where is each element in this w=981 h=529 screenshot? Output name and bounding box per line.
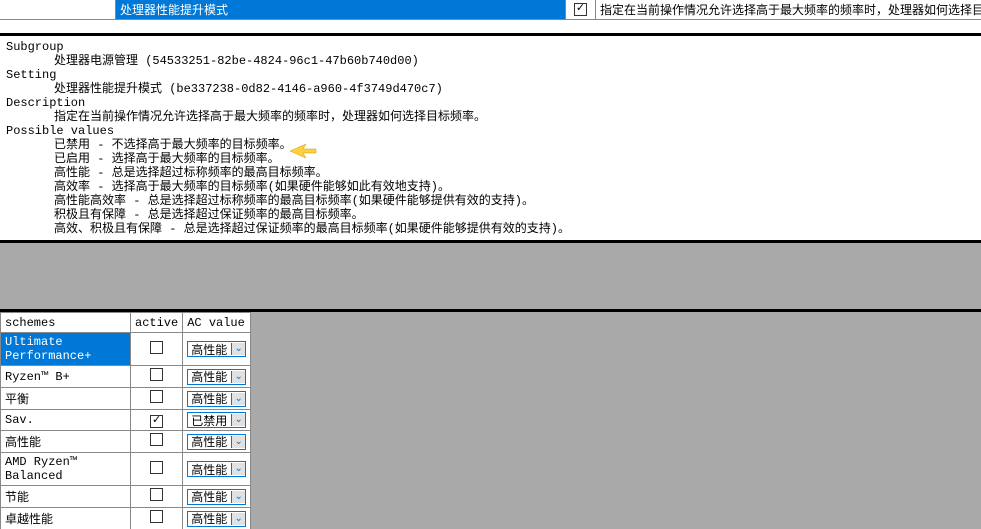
scheme-name-cell[interactable]: 节能 (1, 486, 131, 508)
setting-name-cell[interactable]: 处理器性能提升模式 (116, 0, 566, 19)
possible-value-item: 已启用 - 选择高于最大频率的目标频率。 (54, 152, 975, 166)
dropdown-text: 高性能 (188, 510, 231, 527)
subgroup-value: 处理器电源管理 (54533251-82be-4824-96c1-47b60b7… (54, 54, 975, 68)
scheme-active-cell (131, 388, 183, 410)
possible-values-label: Possible values (6, 124, 975, 138)
possible-value-item: 高性能高效率 - 总是选择超过标称频率的最高目标频率(如果硬件能够提供有效的支持… (54, 194, 975, 208)
setting-label: Setting (6, 68, 975, 82)
possible-value-item: 高性能 - 总是选择超过标称频率的最高目标频率。 (54, 166, 975, 180)
chevron-down-icon[interactable]: ⌄ (231, 491, 245, 503)
schemes-grid: schemes active AC value Ultimate Perform… (0, 312, 251, 529)
dropdown-text: 高性能 (188, 433, 231, 450)
scheme-active-cell (131, 486, 183, 508)
dropdown-text: 高性能 (188, 341, 231, 358)
table-row[interactable]: Sav. ✓ 已禁用⌄ (1, 410, 251, 431)
scheme-active-cell (131, 333, 183, 366)
table-row[interactable]: 高性能高性能⌄ (1, 431, 251, 453)
chevron-down-icon[interactable]: ⌄ (231, 436, 245, 448)
scheme-ac-cell: 高性能⌄ (183, 453, 251, 486)
table-row[interactable]: 平衡 高性能⌄ (1, 388, 251, 410)
ac-value-dropdown[interactable]: 高性能⌄ (187, 369, 246, 385)
table-row[interactable]: Ultimate Performance+ 高性能⌄ (1, 333, 251, 366)
scheme-name-cell[interactable]: 卓越性能 (1, 508, 131, 529)
scheme-ac-cell: 高性能⌄ (183, 508, 251, 529)
setting-enabled-checkbox-cell: ✓ (566, 0, 596, 19)
scheme-active-checkbox[interactable] (150, 488, 163, 501)
setting-enabled-checkbox[interactable]: ✓ (574, 3, 587, 16)
scheme-ac-cell: 高性能⌄ (183, 431, 251, 453)
chevron-down-icon[interactable]: ⌄ (231, 513, 245, 525)
possible-value-item: 高效率 - 选择高于最大频率的目标频率(如果硬件能够如此有效地支持)。 (54, 180, 975, 194)
header-gap (0, 0, 116, 19)
table-row[interactable]: 卓越性能 高性能⌄ (1, 508, 251, 529)
splitter-gap[interactable] (0, 240, 981, 312)
dropdown-text: 高性能 (188, 488, 231, 505)
description-label: Description (6, 96, 975, 110)
dropdown-text: 已禁用 (188, 412, 231, 429)
scheme-active-cell (131, 508, 183, 529)
col-header-active[interactable]: active (131, 313, 183, 333)
dropdown-text: 高性能 (188, 390, 231, 407)
scheme-active-checkbox[interactable]: ✓ (150, 415, 163, 428)
scheme-active-cell: ✓ (131, 410, 183, 431)
subgroup-label: Subgroup (6, 40, 975, 54)
scheme-ac-cell: 高性能⌄ (183, 486, 251, 508)
chevron-down-icon[interactable]: ⌄ (231, 463, 245, 475)
setting-value: 处理器性能提升模式 (be337238-0d82-4146-a960-4f374… (54, 82, 975, 96)
ac-value-dropdown[interactable]: 高性能⌄ (187, 461, 246, 477)
col-header-schemes[interactable]: schemes (1, 313, 131, 333)
scheme-name-cell[interactable]: AMD Ryzen™ Balanced (1, 453, 131, 486)
possible-value-item: 高效、积极且有保障 - 总是选择超过保证频率的最高目标频率(如果硬件能够提供有效… (54, 222, 975, 236)
scheme-ac-cell: 高性能⌄ (183, 388, 251, 410)
col-header-ac[interactable]: AC value (183, 313, 251, 333)
ac-value-dropdown[interactable]: 高性能⌄ (187, 341, 246, 357)
possible-values-list: 已禁用 - 不选择高于最大频率的目标频率。已启用 - 选择高于最大频率的目标频率… (6, 138, 975, 236)
grid-header-row: schemes active AC value (1, 313, 251, 333)
schemes-area: schemes active AC value Ultimate Perform… (0, 312, 981, 529)
ac-value-dropdown[interactable]: 已禁用⌄ (187, 412, 246, 428)
possible-value-item: 已禁用 - 不选择高于最大频率的目标频率。 (54, 138, 975, 152)
grid-right-fill (251, 312, 981, 529)
description-value: 指定在当前操作情况允许选择高于最大频率的频率时，处理器如何选择目标频率。 (54, 110, 975, 124)
scheme-active-cell (131, 431, 183, 453)
ac-value-dropdown[interactable]: 高性能⌄ (187, 489, 246, 505)
scheme-active-checkbox[interactable] (150, 368, 163, 381)
scheme-active-checkbox[interactable] (150, 510, 163, 523)
dropdown-text: 高性能 (188, 461, 231, 478)
scheme-name-cell[interactable]: 高性能 (1, 431, 131, 453)
setting-description-cell: 指定在当前操作情况允许选择高于最大频率的频率时，处理器如何选择目 (596, 0, 981, 19)
dropdown-text: 高性能 (188, 368, 231, 385)
table-row[interactable]: AMD Ryzen™ Balanced 高性能⌄ (1, 453, 251, 486)
scheme-ac-cell: 高性能⌄ (183, 333, 251, 366)
ac-value-dropdown[interactable]: 高性能⌄ (187, 391, 246, 407)
scheme-ac-cell: 已禁用⌄ (183, 410, 251, 431)
chevron-down-icon[interactable]: ⌄ (231, 371, 245, 383)
scheme-active-checkbox[interactable] (150, 433, 163, 446)
ac-value-dropdown[interactable]: 高性能⌄ (187, 511, 246, 527)
table-row[interactable]: 节能 高性能⌄ (1, 486, 251, 508)
scheme-name-cell[interactable]: Sav. (1, 410, 131, 431)
chevron-down-icon[interactable]: ⌄ (231, 343, 245, 355)
scheme-active-checkbox[interactable] (150, 341, 163, 354)
scheme-name-cell[interactable]: Ryzen™ B+ (1, 366, 131, 388)
ac-value-dropdown[interactable]: 高性能⌄ (187, 434, 246, 450)
scheme-ac-cell: 高性能⌄ (183, 366, 251, 388)
scheme-active-checkbox[interactable] (150, 390, 163, 403)
scheme-name-cell[interactable]: 平衡 (1, 388, 131, 410)
scheme-active-cell (131, 453, 183, 486)
table-row[interactable]: Ryzen™ B+ 高性能⌄ (1, 366, 251, 388)
scheme-name-cell[interactable]: Ultimate Performance+ (1, 333, 131, 366)
scheme-active-checkbox[interactable] (150, 461, 163, 474)
detail-pane: Subgroup 处理器电源管理 (54533251-82be-4824-96c… (0, 36, 981, 240)
scheme-active-cell (131, 366, 183, 388)
possible-value-item: 积极且有保障 - 总是选择超过保证频率的最高目标频率。 (54, 208, 975, 222)
chevron-down-icon[interactable]: ⌄ (231, 414, 245, 426)
chevron-down-icon[interactable]: ⌄ (231, 393, 245, 405)
setting-header-row: 处理器性能提升模式 ✓ 指定在当前操作情况允许选择高于最大频率的频率时，处理器如… (0, 0, 981, 20)
